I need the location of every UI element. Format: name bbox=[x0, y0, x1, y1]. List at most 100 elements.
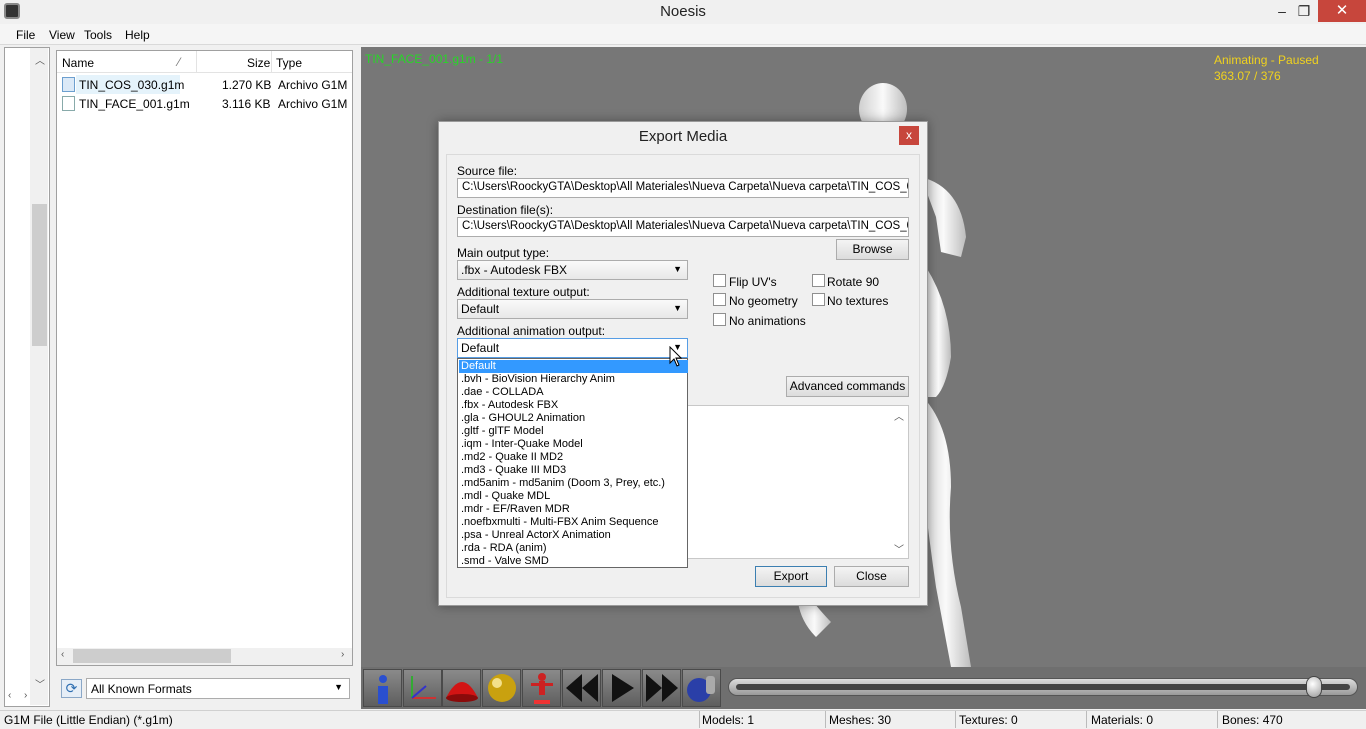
dropdown-option[interactable]: .md5anim - md5anim (Doom 3, Prey, etc.) bbox=[459, 477, 688, 490]
texture-output-label: Additional texture output: bbox=[457, 285, 590, 299]
menu-view[interactable]: View bbox=[49, 28, 75, 42]
scroll-up-arrow-icon[interactable]: ︿ bbox=[894, 408, 904, 423]
chevron-down-icon: ▼ bbox=[673, 264, 682, 274]
rotate-90-label: Rotate 90 bbox=[827, 275, 880, 289]
scroll-down-arrow-icon[interactable]: ﹀ bbox=[894, 541, 904, 556]
timeline-groove bbox=[736, 684, 1350, 690]
rotate-90-checkbox[interactable] bbox=[812, 274, 825, 287]
dropdown-option[interactable]: .md2 - Quake II MD2 bbox=[459, 451, 688, 464]
file-icon bbox=[62, 77, 75, 92]
fast-forward-icon bbox=[646, 674, 678, 702]
dropdown-option[interactable]: .rda - RDA (anim) bbox=[459, 542, 688, 555]
dropdown-option[interactable]: .psa - Unreal ActorX Animation bbox=[459, 529, 688, 542]
scroll-right-arrow-icon[interactable]: › bbox=[24, 690, 27, 701]
chevron-down-icon: ▼ bbox=[673, 303, 682, 313]
scroll-left-arrow-icon[interactable]: ‹ bbox=[61, 649, 64, 660]
scroll-up-arrow-icon[interactable]: ︿ bbox=[35, 52, 45, 67]
plugin-button[interactable] bbox=[682, 669, 721, 707]
status-divider bbox=[1217, 711, 1218, 728]
scroll-right-arrow-icon[interactable]: › bbox=[341, 649, 344, 660]
menu-help[interactable]: Help bbox=[125, 28, 150, 42]
rewind-button[interactable] bbox=[562, 669, 601, 707]
no-geometry-checkbox[interactable] bbox=[713, 293, 726, 306]
file-list-hscroll-thumb[interactable] bbox=[73, 649, 231, 663]
file-list[interactable] bbox=[56, 50, 353, 666]
dropdown-option[interactable]: .mdl - Quake MDL bbox=[459, 490, 688, 503]
no-animations-checkbox[interactable] bbox=[713, 313, 726, 326]
timeline-handle[interactable] bbox=[1305, 676, 1322, 698]
advanced-commands-button[interactable]: Advanced commands bbox=[786, 376, 909, 397]
file-name: TIN_COS_030.g1m bbox=[79, 78, 185, 92]
animation-state: Animating - Paused bbox=[1214, 53, 1319, 67]
file-row[interactable]: TIN_COS_030.g1m 1.270 KB Archivo G1M bbox=[58, 75, 352, 94]
dropdown-option[interactable]: .smd - Valve SMD bbox=[459, 555, 688, 568]
dropdown-option[interactable]: .gla - GHOUL2 Animation bbox=[459, 412, 688, 425]
main-output-select[interactable]: .fbx - Autodesk FBX ▼ bbox=[457, 260, 688, 280]
browse-button[interactable]: Browse bbox=[836, 239, 909, 260]
restore-button[interactable]: ❐ bbox=[1287, 0, 1321, 22]
source-file-field[interactable]: C:\Users\RoockyGTA\Desktop\All Materiale… bbox=[457, 178, 909, 198]
axes-button[interactable] bbox=[403, 669, 442, 707]
skeleton-button[interactable] bbox=[522, 669, 561, 707]
play-icon bbox=[612, 674, 634, 702]
refresh-icon: ⟳ bbox=[65, 680, 78, 696]
column-type[interactable]: Type bbox=[276, 56, 302, 70]
column-divider[interactable] bbox=[196, 51, 197, 73]
file-type: Archivo G1M bbox=[278, 97, 348, 111]
texture-output-select[interactable]: Default ▼ bbox=[457, 299, 688, 319]
status-models: Models: 1 bbox=[702, 713, 755, 727]
file-list-header bbox=[57, 51, 352, 73]
animation-output-select[interactable]: Default ▼ bbox=[457, 338, 688, 358]
dropdown-option[interactable]: .bvh - BioVision Hierarchy Anim bbox=[459, 373, 688, 386]
gold-sphere-icon bbox=[488, 674, 516, 702]
file-size: 3.116 KB bbox=[222, 97, 271, 111]
close-window-button[interactable]: ✕ bbox=[1318, 0, 1366, 22]
tree-scrollbar[interactable] bbox=[30, 48, 48, 705]
format-filter-select[interactable]: All Known Formats ▼ bbox=[86, 678, 350, 699]
destination-file-label: Destination file(s): bbox=[457, 203, 554, 217]
dropdown-option[interactable]: Default bbox=[459, 360, 688, 373]
main-output-value: .fbx - Autodesk FBX bbox=[461, 263, 568, 277]
texture-output-value: Default bbox=[461, 302, 500, 316]
file-name: TIN_FACE_001.g1m bbox=[79, 97, 190, 111]
dropdown-option[interactable]: .dae - COLLADA bbox=[459, 386, 688, 399]
tree-scroll-thumb[interactable] bbox=[32, 204, 47, 346]
flip-uvs-checkbox[interactable] bbox=[713, 274, 726, 287]
menu-tools[interactable]: Tools bbox=[84, 28, 112, 42]
dropdown-option[interactable]: .iqm - Inter-Quake Model bbox=[459, 438, 688, 451]
dropdown-option[interactable]: .md3 - Quake III MD3 bbox=[459, 464, 688, 477]
material-button[interactable] bbox=[482, 669, 521, 707]
column-divider[interactable] bbox=[271, 51, 272, 73]
column-size[interactable]: Size bbox=[247, 56, 270, 70]
dialog-close-icon[interactable]: x bbox=[899, 126, 919, 145]
main-output-label: Main output type: bbox=[457, 246, 550, 260]
dropdown-option[interactable]: .fbx - Autodesk FBX bbox=[459, 399, 688, 412]
format-filter-value: All Known Formats bbox=[91, 682, 192, 696]
refresh-button[interactable]: ⟳ bbox=[61, 679, 82, 698]
export-button[interactable]: Export bbox=[755, 566, 827, 587]
destination-file-field[interactable]: C:\Users\RoockyGTA\Desktop\All Materiale… bbox=[457, 217, 909, 237]
dialog-title: Export Media bbox=[638, 128, 728, 145]
info-button[interactable] bbox=[363, 669, 402, 707]
status-divider bbox=[825, 711, 826, 728]
status-format: G1M File (Little Endian) (*.g1m) bbox=[4, 713, 173, 727]
column-name[interactable]: Name bbox=[62, 56, 94, 70]
dropdown-option[interactable]: .gltf - glTF Model bbox=[459, 425, 688, 438]
menu-file[interactable]: File bbox=[16, 28, 35, 42]
no-textures-checkbox[interactable] bbox=[812, 293, 825, 306]
lighting-button[interactable] bbox=[442, 669, 481, 707]
scroll-down-arrow-icon[interactable]: ﹀ bbox=[35, 676, 45, 691]
fast-forward-button[interactable] bbox=[642, 669, 681, 707]
close-button[interactable]: Close bbox=[834, 566, 909, 587]
dropdown-option[interactable]: .noefbxmulti - Multi-FBX Anim Sequence bbox=[459, 516, 688, 529]
no-textures-label: No textures bbox=[827, 294, 889, 308]
flip-uvs-label: Flip UV's bbox=[729, 275, 777, 289]
scroll-left-arrow-icon[interactable]: ‹ bbox=[8, 690, 11, 701]
no-geometry-label: No geometry bbox=[729, 294, 798, 308]
animation-output-dropdown[interactable]: Default .bvh - BioVision Hierarchy Anim … bbox=[457, 358, 688, 568]
chevron-down-icon: ▼ bbox=[334, 682, 343, 692]
file-row[interactable]: TIN_FACE_001.g1m 3.116 KB Archivo G1M bbox=[58, 94, 352, 113]
play-button[interactable] bbox=[602, 669, 641, 707]
status-divider bbox=[1086, 711, 1087, 728]
dropdown-option[interactable]: .mdr - EF/Raven MDR bbox=[459, 503, 688, 516]
